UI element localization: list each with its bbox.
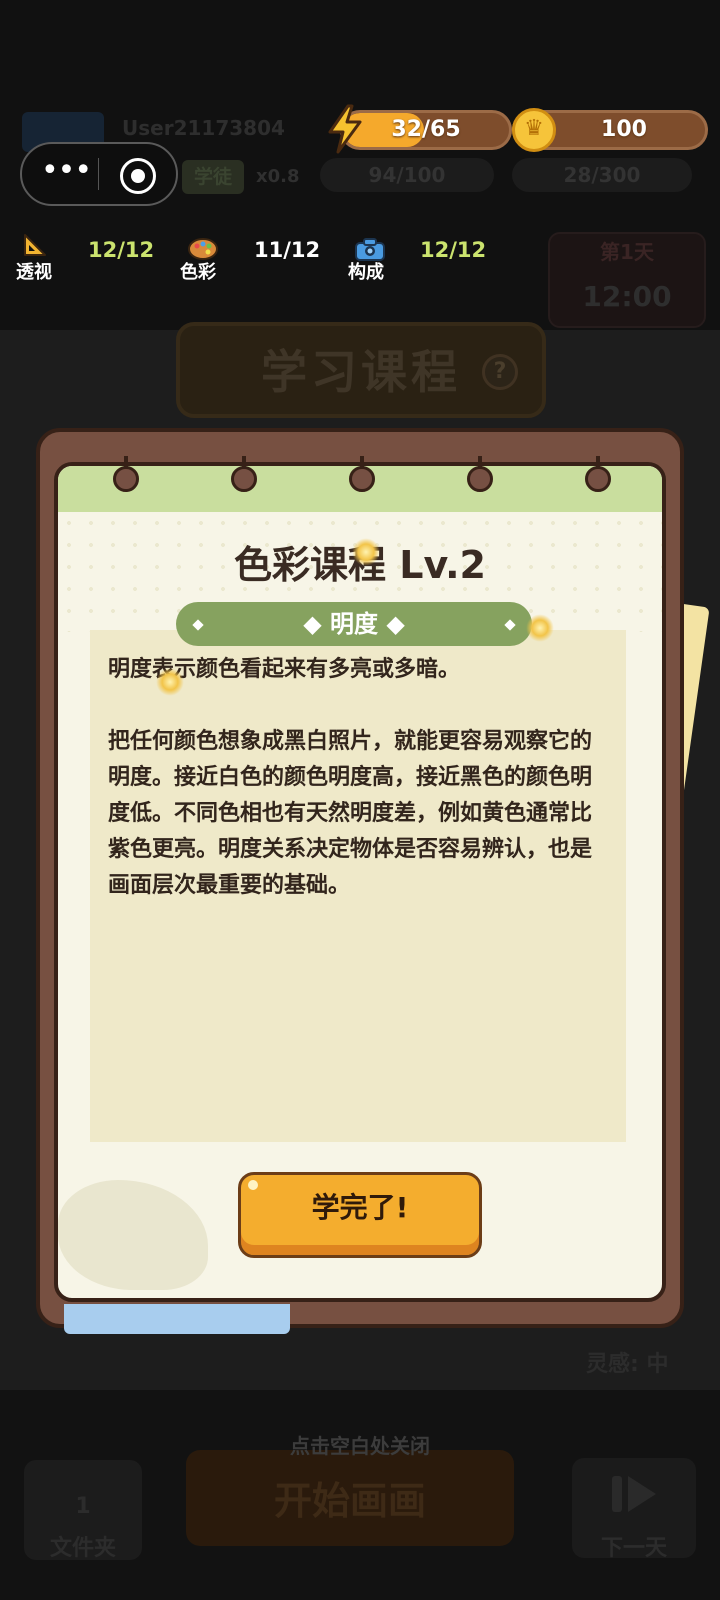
play-next-icon [612, 1476, 656, 1512]
stat-pill-bulb: 28/300 [512, 158, 692, 192]
rank-badge: 学徒 [182, 160, 244, 194]
topic-label: 明度 [330, 610, 378, 638]
binder-ring [349, 466, 375, 492]
coin-icon: ♛ [512, 108, 556, 152]
help-icon[interactable]: ? [482, 354, 518, 390]
energy-value: 32/65 [391, 117, 461, 142]
day-label: 第1天 [600, 240, 654, 264]
target-circle-dot [131, 169, 145, 183]
folder-count: 1 [75, 1494, 91, 1519]
diamond-icon: ◆ [378, 610, 405, 638]
lightning-icon [328, 104, 362, 154]
blue-tape-decoration [64, 1304, 290, 1334]
coin-value: 100 [601, 117, 647, 142]
stat-pill-heart: 94/100 [320, 158, 494, 192]
next-day-label: 下一天 [600, 1536, 667, 1561]
close-hint: 点击空白处关闭 [290, 1434, 430, 1458]
folder-label: 文件夹 [49, 1536, 116, 1561]
topic-title: ◆ 明度 ◆ [176, 602, 532, 646]
skill-label-perspective: 透视 [16, 262, 52, 283]
sparkle-icon [156, 668, 184, 696]
skill-value-color: 11/12 [254, 238, 321, 262]
sparkle-icon [352, 538, 380, 566]
binder-ring [585, 466, 611, 492]
username: User21173804 [122, 116, 285, 140]
diamond-icon: ◆ [303, 610, 330, 638]
rank-multiplier: x0.8 [256, 166, 300, 187]
lesson-paragraph-2: 把任何颜色想象成黑白照片，就能更容易观察它的明度。接近白色的颜色明度高，接近黑色… [108, 729, 593, 898]
ruler-triangle-icon [24, 234, 46, 256]
skill-value-perspective: 12/12 [88, 238, 155, 262]
more-dots-icon[interactable]: ••• [36, 150, 96, 196]
inspiration-label: 灵感: 中 [586, 1352, 669, 1377]
binder-ring [467, 466, 493, 492]
palette-icon [188, 238, 218, 260]
binder-ring [231, 466, 257, 492]
skill-label-composition: 构成 [348, 262, 384, 283]
capsule-divider [98, 158, 99, 190]
binder-ring [113, 466, 139, 492]
start-drawing-label: 开始画画 [273, 1479, 426, 1523]
skill-value-composition: 12/12 [420, 238, 487, 262]
sparkle-icon [526, 614, 554, 642]
finish-learning-label: 学完了! [311, 1191, 409, 1224]
day-time: 12:00 [582, 280, 672, 313]
skill-label-color: 色彩 [180, 262, 216, 283]
